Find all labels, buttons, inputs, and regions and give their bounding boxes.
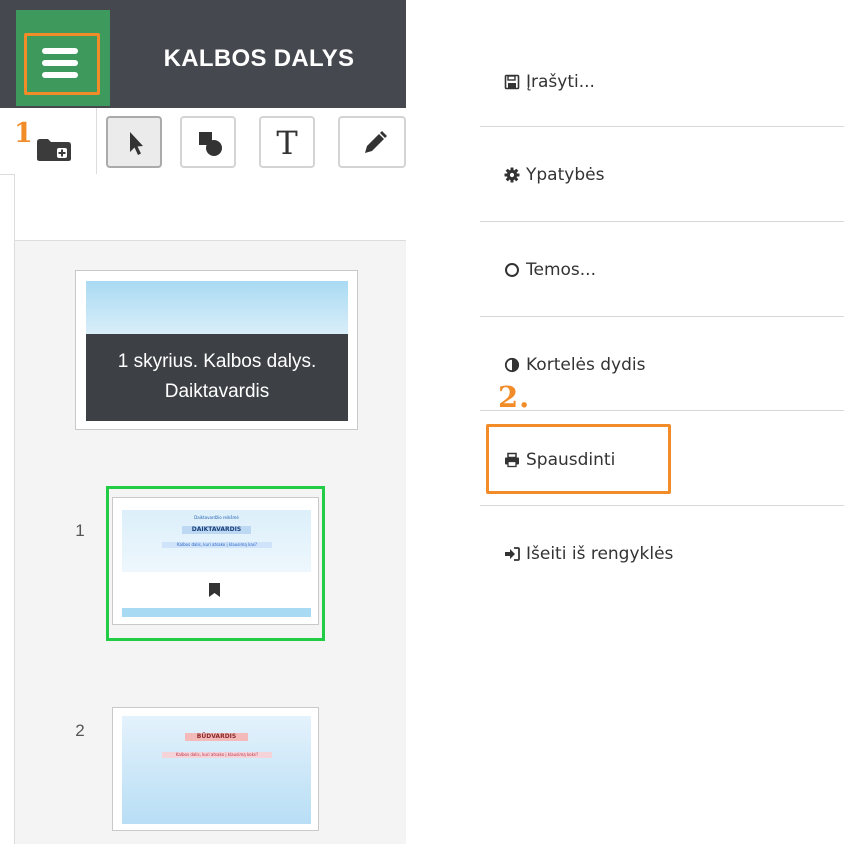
menu-item-properties[interactable]: Ypatybės: [480, 145, 844, 205]
menu-item-card-size[interactable]: Kortelės dydis: [480, 335, 844, 395]
slide-number: 1: [75, 521, 85, 540]
menu-divider: [480, 410, 844, 411]
menu-item-label: Įrašyti...: [526, 72, 595, 92]
menu-item-save[interactable]: Įrašyti...: [480, 52, 844, 112]
menu-item-label: Ypatybės: [526, 165, 605, 185]
menu-divider: [480, 221, 844, 222]
slide-background: BŪDVARDIS Kalbos dalis, kuri atsako į kl…: [122, 716, 311, 824]
step-2-marker: 2.: [498, 380, 531, 414]
slide-heading: BŪDVARDIS: [185, 733, 248, 741]
select-tool-button[interactable]: [106, 116, 162, 168]
hamburger-icon[interactable]: [42, 48, 78, 78]
toolbar-divider: [96, 108, 97, 174]
slide-number: 2: [75, 721, 85, 740]
menu-item-label: Temos...: [526, 260, 596, 280]
menu-divider: [480, 316, 844, 317]
title-slide-line-2: Daiktavardis: [164, 381, 270, 402]
gear-icon: [504, 167, 520, 183]
draw-tool-button[interactable]: [338, 116, 406, 168]
step-1-marker: 1: [14, 118, 33, 149]
slide-footer-bar: [122, 608, 311, 617]
half-circle-icon: [504, 357, 520, 373]
menu-item-label: Išeiti iš rengyklės: [526, 544, 674, 564]
text-tool-button[interactable]: T: [259, 116, 315, 168]
menu-item-exit-editor[interactable]: Išeiti iš rengyklės: [480, 524, 844, 584]
slide-thumbnail-1[interactable]: Daiktavardžio reikšmė DAIKTAVARDIS Kalbo…: [112, 497, 319, 625]
slide-banner: Daiktavardžio reikšmė DAIKTAVARDIS Kalbo…: [122, 510, 311, 572]
text-icon: T: [276, 124, 298, 162]
slide-subtitle: Kalbos dalis, kuri atsako į klausimą kas…: [162, 542, 272, 548]
bookmark-icon: [209, 583, 220, 597]
shapes-icon: [199, 132, 222, 156]
title-slide-thumbnail[interactable]: 1 skyrius. Kalbos dalys. Daiktavardis: [75, 270, 358, 430]
pointer-icon: [130, 132, 143, 155]
slide-subtitle: Kalbos dalis, kuri atsako į klausimą kok…: [162, 752, 272, 758]
slide-thumbnail-2[interactable]: BŪDVARDIS Kalbos dalis, kuri atsako į kl…: [112, 707, 319, 831]
main-menu-dropdown: Įrašyti... Ypatybės Temos... Kortelės dy…: [480, 0, 844, 844]
page-title: KALBOS DALYS: [163, 45, 355, 72]
add-folder-icon[interactable]: [36, 138, 72, 162]
shape-tool-button[interactable]: [180, 116, 236, 168]
save-icon: [504, 74, 520, 90]
title-slide-caption: 1 skyrius. Kalbos dalys. Daiktavardis: [86, 334, 348, 421]
menu-divider: [480, 505, 844, 506]
title-slide-line-1: 1 skyrius. Kalbos dalys.: [117, 351, 317, 372]
pencil-icon: [365, 131, 387, 153]
menu-item-label: Kortelės dydis: [526, 355, 646, 375]
menu-item-themes[interactable]: Temos...: [480, 240, 844, 300]
slide-kicker: Daiktavardžio reikšmė: [194, 515, 239, 520]
sign-out-icon: [505, 547, 520, 561]
print-highlight: [486, 424, 671, 494]
circle-icon: [505, 263, 519, 277]
title-slide-background: [86, 281, 348, 334]
slide-heading: DAIKTAVARDIS: [182, 526, 251, 534]
editor-panel: KALBOS DALYS 1 T 1 skyrius. Kalbos dalys…: [0, 0, 406, 844]
menu-divider: [480, 126, 844, 127]
secondary-toolbar: [14, 174, 406, 241]
